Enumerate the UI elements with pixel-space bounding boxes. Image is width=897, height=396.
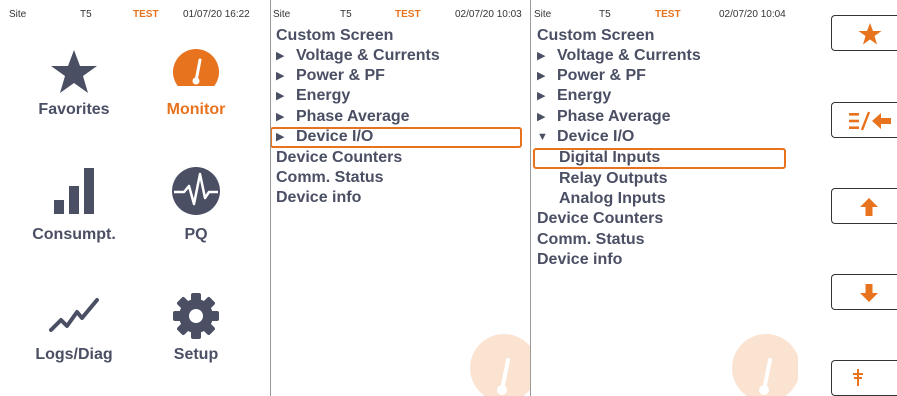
- arrow-up-icon: [860, 198, 878, 216]
- expand-arrow-icon: ▶: [276, 111, 285, 123]
- status-datetime: 02/07/20 10:04: [719, 9, 786, 20]
- gauge-icon: [172, 49, 220, 96]
- menu-item-comm-status[interactable]: Comm. Status: [537, 230, 645, 250]
- status-site: Site: [273, 9, 291, 20]
- expand-arrow-icon: ▶: [537, 70, 546, 82]
- status-site: Site: [534, 9, 552, 20]
- menu-item-custom-screen[interactable]: Custom Screen: [276, 26, 393, 46]
- tile-label-logs-diag: Logs/Diag: [35, 346, 113, 363]
- screen-device-io-menu: Site T5 TEST 02/07/20 10:04 Custom Scree…: [531, 0, 801, 396]
- star-icon: [51, 50, 97, 93]
- menu-item-custom-screen[interactable]: Custom Screen: [537, 26, 654, 46]
- tile-label-consumption: Consumpt.: [32, 226, 116, 243]
- gear-icon: [173, 293, 219, 339]
- expand-arrow-icon: ▶: [276, 70, 285, 82]
- expand-arrow-icon: ▶: [537, 111, 546, 123]
- menu-item-energy[interactable]: ▶ Energy: [537, 86, 611, 106]
- menu-item-power-pf[interactable]: ▶ Power & PF: [276, 66, 385, 86]
- collapse-arrow-icon: ▼: [537, 131, 548, 143]
- menu-item-device-info[interactable]: Device info: [276, 188, 361, 208]
- status-site: Site: [9, 9, 27, 20]
- status-device: T5: [80, 9, 92, 20]
- tile-pq[interactable]: PQ: [136, 160, 256, 250]
- status-device: T5: [599, 9, 611, 20]
- favorites-button[interactable]: [831, 15, 897, 51]
- menu-item-digital-inputs[interactable]: Digital Inputs: [559, 148, 660, 168]
- enter-icon: [853, 369, 863, 386]
- expand-arrow-icon: ▶: [537, 50, 546, 62]
- menu-back-icon: [849, 111, 891, 131]
- menu-item-analog-inputs[interactable]: Analog Inputs: [559, 189, 666, 209]
- tile-label-favorites: Favorites: [38, 101, 110, 118]
- arrow-down-button[interactable]: [831, 274, 897, 310]
- expand-arrow-icon: ▶: [537, 90, 546, 102]
- menu-item-voltage-currents[interactable]: ▶ Voltage & Currents: [276, 46, 440, 66]
- arrow-up-button[interactable]: [831, 188, 897, 224]
- menu-item-phase-average[interactable]: ▶ Phase Average: [537, 107, 671, 127]
- arrow-down-icon: [860, 284, 878, 302]
- menu-item-phase-average[interactable]: ▶ Phase Average: [276, 107, 410, 127]
- menu-item-voltage-currents[interactable]: ▶ Voltage & Currents: [537, 46, 701, 66]
- screen-monitor-menu: Site T5 TEST 02/07/20 10:03 Custom Scree…: [271, 0, 530, 396]
- gauge-watermark-icon: [470, 334, 530, 396]
- menu-item-device-io[interactable]: ▼ Device I/O: [537, 127, 634, 147]
- menu-item-device-info[interactable]: Device info: [537, 250, 622, 270]
- menu-item-device-io[interactable]: ▶ Device I/O: [276, 127, 373, 147]
- status-mode: TEST: [655, 9, 681, 20]
- tile-consumption[interactable]: Consumpt.: [14, 160, 134, 250]
- status-datetime: 02/07/20 10:03: [455, 9, 522, 20]
- menu-item-device-counters[interactable]: Device Counters: [537, 209, 663, 229]
- tile-logs-diag[interactable]: Logs/Diag: [14, 290, 134, 380]
- menu-item-device-counters[interactable]: Device Counters: [276, 148, 402, 168]
- tile-monitor[interactable]: Monitor: [136, 40, 256, 130]
- trend-line-icon: [49, 298, 99, 332]
- status-mode: TEST: [395, 9, 421, 20]
- menu-item-relay-outputs[interactable]: Relay Outputs: [559, 169, 667, 189]
- status-mode: TEST: [133, 9, 159, 20]
- gauge-watermark-icon: [732, 334, 798, 396]
- bar-chart-icon: [54, 168, 94, 214]
- menu-item-energy[interactable]: ▶ Energy: [276, 86, 350, 106]
- screen-main-menu: Site T5 TEST 01/07/20 16:22 Favorites Mo…: [0, 0, 270, 396]
- expand-arrow-icon: ▶: [276, 50, 285, 62]
- status-device: T5: [340, 9, 352, 20]
- menu-item-power-pf[interactable]: ▶ Power & PF: [537, 66, 646, 86]
- tile-label-monitor: Monitor: [166, 101, 226, 118]
- tile-favorites[interactable]: Favorites: [14, 40, 134, 130]
- star-icon: [858, 23, 882, 45]
- waveform-icon: [172, 167, 220, 215]
- expand-arrow-icon: ▶: [276, 90, 285, 102]
- menu-back-button[interactable]: [831, 102, 897, 138]
- tile-setup[interactable]: Setup: [136, 290, 256, 380]
- tile-label-setup: Setup: [173, 346, 219, 363]
- menu-item-comm-status[interactable]: Comm. Status: [276, 168, 384, 188]
- enter-button[interactable]: [831, 360, 897, 396]
- status-datetime: 01/07/20 16:22: [183, 9, 250, 20]
- tile-label-pq: PQ: [184, 226, 208, 243]
- expand-arrow-icon: ▶: [276, 131, 285, 143]
